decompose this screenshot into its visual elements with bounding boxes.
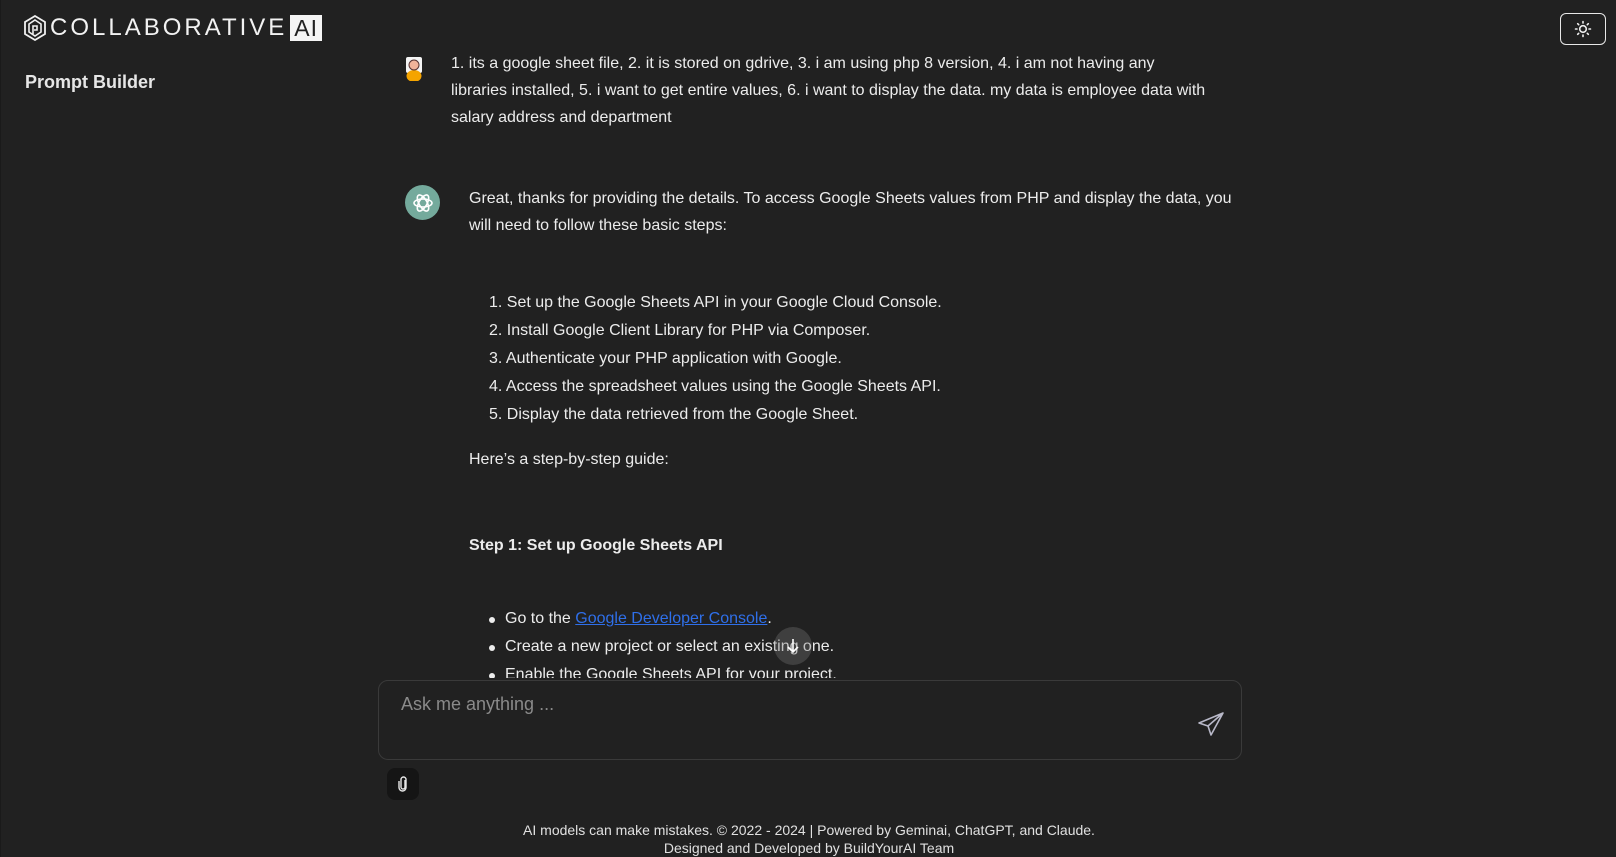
user-message: 1. its a google sheet file, 2. it is sto… bbox=[451, 55, 1206, 126]
bullet-text: . bbox=[767, 610, 772, 627]
guide-intro: Here’s a step-by-step guide: bbox=[469, 451, 669, 468]
footer-credits: Designed and Developed by BuildYourAI Te… bbox=[663, 840, 955, 856]
arrow-down-icon bbox=[787, 639, 799, 654]
steps-list-item: 2. Install Google Client Library for PHP… bbox=[489, 322, 871, 339]
google-developer-console-link[interactable]: Google Developer Console bbox=[575, 610, 767, 627]
bullet-item: Enable the Google Sheets API for your pr… bbox=[489, 661, 837, 678]
steps-list-item: 1. Set up the Google Sheets API in your … bbox=[489, 294, 942, 311]
steps-list-item: 5. Display the data retrieved from the G… bbox=[489, 406, 859, 423]
paperclip-icon bbox=[398, 776, 407, 792]
attach-file-button[interactable] bbox=[387, 768, 419, 800]
steps-list: 1. Set up the Google Sheets API in your … bbox=[489, 289, 942, 429]
app-page: COLLABORATIVE AI Prompt Builder 1. its a… bbox=[0, 0, 1616, 857]
steps-list-item: 4. Access the spreadsheet values using t… bbox=[489, 378, 941, 395]
footer: AI models can make mistakes. © 2022 - 20… bbox=[1, 821, 1616, 857]
openai-logo-icon bbox=[405, 185, 440, 220]
chat-input-container bbox=[378, 680, 1242, 760]
assistant-intro: Great, thanks for providing the details.… bbox=[469, 190, 1232, 234]
steps-list-item: 3. Authenticate your PHP application wit… bbox=[489, 350, 842, 367]
assistant-message: Great, thanks for providing the details.… bbox=[469, 185, 1239, 678]
chat-thread[interactable]: 1. its a google sheet file, 2. it is sto… bbox=[1, 0, 1616, 678]
scroll-to-bottom-button[interactable] bbox=[774, 627, 812, 665]
chat-input[interactable] bbox=[379, 681, 1241, 759]
step-heading: Step 1: Set up Google Sheets API bbox=[469, 537, 723, 554]
bullet-text: Go to the bbox=[505, 610, 576, 627]
footer-disclaimer: AI models can make mistakes. © 2022 - 20… bbox=[523, 822, 1095, 838]
user-avatar-icon bbox=[405, 57, 423, 82]
send-icon bbox=[1198, 712, 1224, 736]
send-button[interactable] bbox=[1197, 711, 1225, 737]
